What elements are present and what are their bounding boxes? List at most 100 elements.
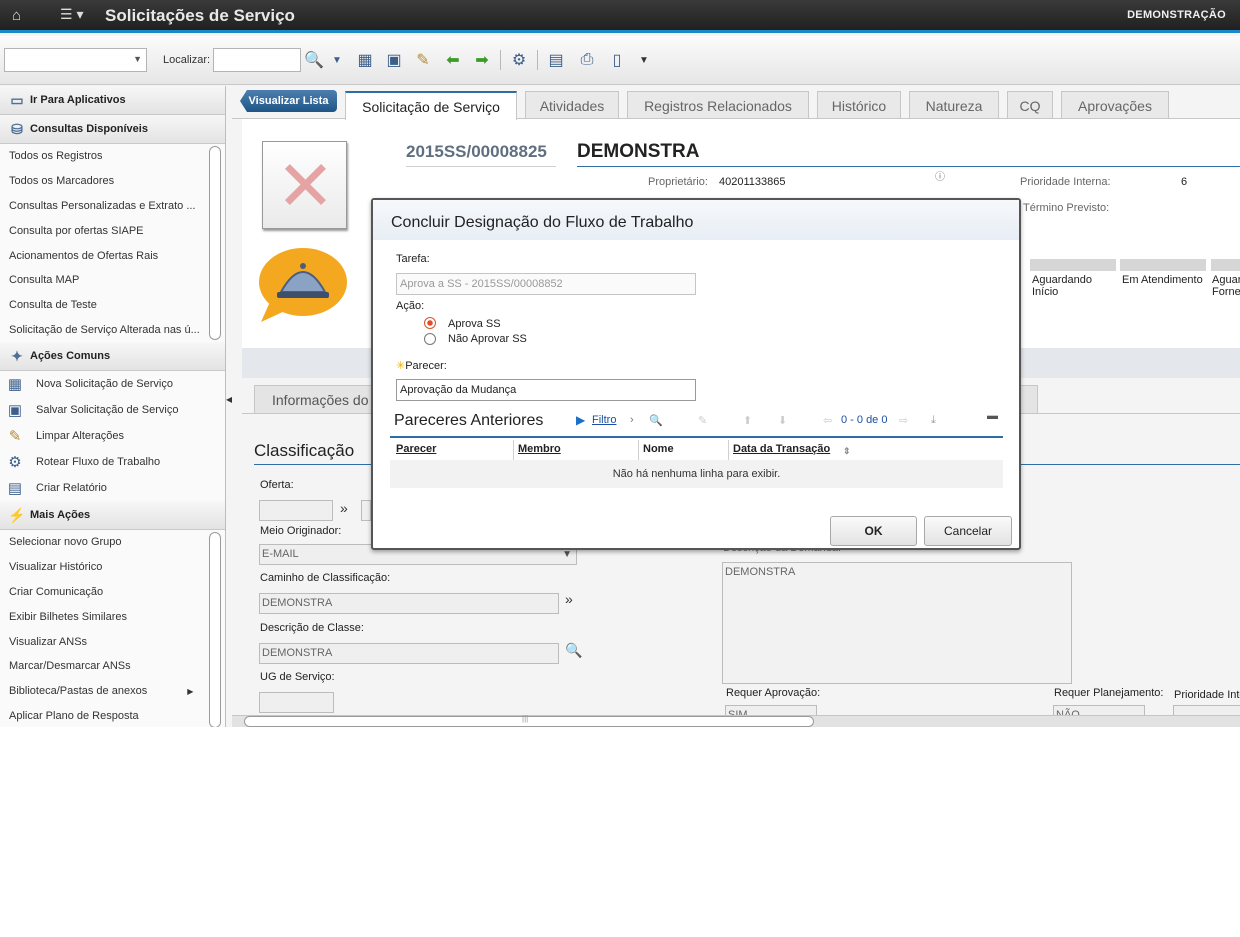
query-item[interactable]: Todos os Registros bbox=[0, 144, 225, 169]
offer-label: Oferta: bbox=[260, 479, 294, 491]
common-actions-header[interactable]: ✦ Ações Comuns bbox=[0, 342, 225, 371]
more-action-item[interactable]: Marcar/Desmarcar ANSs bbox=[0, 654, 225, 679]
more-actions-scrollbar[interactable] bbox=[209, 532, 221, 727]
query-item[interactable]: Consulta de Teste bbox=[0, 293, 225, 318]
home-icon[interactable]: ⌂ bbox=[12, 7, 21, 24]
search-icon[interactable]: 🔍 bbox=[649, 414, 663, 427]
path-input[interactable]: DEMONSTRA bbox=[259, 593, 559, 614]
tab-service-request[interactable]: Solicitação de Serviço bbox=[345, 91, 517, 120]
more-action-item[interactable]: Biblioteca/Pastas de anexos ▶ bbox=[0, 679, 225, 704]
tab-hidden[interactable] bbox=[1020, 385, 1038, 413]
sort-icon[interactable]: ⇕ bbox=[843, 446, 851, 457]
service-bell-icon bbox=[259, 248, 347, 322]
query-item[interactable]: Acionamentos de Ofertas Rais bbox=[0, 243, 225, 268]
class-description-input[interactable]: DEMONSTRA bbox=[259, 643, 559, 664]
search-icon[interactable]: 🔍 bbox=[565, 642, 582, 659]
double-chevron-icon[interactable]: » bbox=[565, 591, 573, 607]
tab-cq[interactable]: CQ bbox=[1007, 91, 1053, 119]
download-icon[interactable]: ⤓ bbox=[931, 414, 936, 427]
column-header[interactable]: Parecer bbox=[396, 443, 436, 455]
cancel-button[interactable]: Cancelar bbox=[924, 516, 1012, 546]
arrow-up-icon[interactable]: ⬆ bbox=[743, 414, 752, 427]
more-action-item[interactable]: Exibir Bilhetes Similares bbox=[0, 604, 225, 629]
search-options-icon[interactable]: ▼ bbox=[326, 48, 348, 72]
next-record-icon[interactable]: ➡ bbox=[471, 48, 493, 72]
tab-activities[interactable]: Atividades bbox=[525, 91, 619, 119]
query-item[interactable]: Solicitação de Serviço Alterada nas ú... bbox=[0, 318, 225, 343]
clear-changes-action[interactable]: ✎ Limpar Alterações bbox=[0, 423, 225, 449]
demand-textarea[interactable]: DEMONSTRA bbox=[722, 562, 1072, 684]
edit-icon[interactable]: ✎ bbox=[698, 414, 707, 427]
offer-input[interactable] bbox=[259, 500, 333, 521]
route-workflow-action[interactable]: ⚙ Rotear Fluxo de Trabalho bbox=[0, 449, 225, 475]
search-icon[interactable]: 🔍 bbox=[303, 48, 325, 72]
horizontal-scrollbar[interactable]: ||| bbox=[232, 714, 1240, 727]
column-header[interactable]: Membro bbox=[518, 443, 561, 455]
approve-radio[interactable] bbox=[424, 317, 436, 329]
opinion-label-text: Parecer: bbox=[405, 360, 447, 372]
find-label: Localizar: bbox=[163, 54, 211, 66]
reject-option-label: Não Aprovar SS bbox=[448, 333, 527, 345]
minimize-icon[interactable]: ▬ bbox=[987, 410, 998, 422]
info-icon[interactable]: ⓘ bbox=[935, 168, 945, 183]
go-to-apps-label: Ir Para Aplicativos bbox=[30, 94, 126, 106]
view-list-button[interactable]: Visualizar Lista bbox=[240, 90, 337, 112]
new-request-action[interactable]: ▦ Nova Solicitação de Serviço bbox=[0, 371, 225, 397]
query-item[interactable]: Consultas Personalizadas e Extrato ... bbox=[0, 194, 225, 219]
tab-history[interactable]: Histórico bbox=[817, 91, 901, 119]
column-header[interactable]: Data da Transação bbox=[733, 443, 830, 455]
chevron-down-icon: ▼ bbox=[133, 54, 142, 64]
query-item[interactable]: Todos os Marcadores bbox=[0, 169, 225, 194]
scrollbar-thumb[interactable] bbox=[244, 716, 814, 727]
previous-record-icon[interactable]: ⬅ bbox=[442, 48, 464, 72]
more-action-item[interactable]: Aplicar Plano de Resposta bbox=[0, 704, 225, 727]
print-icon[interactable]: ⎙ bbox=[576, 48, 598, 72]
approve-option-label: Aprova SS bbox=[448, 318, 501, 330]
action-label: Criar Relatório bbox=[36, 482, 107, 494]
queries-scrollbar[interactable] bbox=[209, 146, 221, 340]
new-record-icon[interactable]: ▦ bbox=[354, 48, 376, 72]
window-icon: ▭ bbox=[10, 91, 24, 108]
application-window: ⌂ ☰ ▾ Solicitações de Serviço DEMONSTRAÇ… bbox=[0, 0, 1240, 727]
document-icon[interactable]: ▯ bbox=[606, 48, 628, 72]
priority-value: 6 bbox=[1181, 176, 1188, 188]
column-header[interactable]: Nome bbox=[643, 443, 674, 455]
find-input[interactable] bbox=[213, 48, 301, 72]
previous-page-icon[interactable]: ⇦ bbox=[823, 414, 832, 427]
save-request-action[interactable]: ▣ Salvar Solicitação de Serviço bbox=[0, 397, 225, 423]
tab-nature[interactable]: Natureza bbox=[909, 91, 999, 119]
arrow-down-icon[interactable]: ⬇ bbox=[778, 414, 787, 427]
clear-changes-icon[interactable]: ✎ bbox=[412, 48, 434, 72]
more-options-icon[interactable]: ▼ bbox=[633, 48, 655, 72]
queries-header[interactable]: ⛁ Consultas Disponíveis bbox=[0, 115, 225, 144]
action-label: Salvar Solicitação de Serviço bbox=[36, 404, 179, 416]
create-report-action[interactable]: ▤ Criar Relatório bbox=[0, 475, 225, 501]
menu-icon[interactable]: ☰ ▾ bbox=[60, 6, 83, 23]
opinion-input[interactable]: Aprovação da Mudança bbox=[396, 379, 696, 401]
query-item[interactable]: Consulta por ofertas SIAPE bbox=[0, 218, 225, 243]
more-action-item[interactable]: Selecionar novo Grupo bbox=[0, 530, 225, 555]
next-page-icon[interactable]: ⇨ bbox=[899, 414, 908, 427]
query-item[interactable]: Consulta MAP bbox=[0, 268, 225, 293]
double-chevron-icon[interactable]: » bbox=[340, 500, 348, 516]
ok-button[interactable]: OK bbox=[830, 516, 917, 546]
more-action-item[interactable]: Visualizar ANSs bbox=[0, 629, 225, 654]
tab-related-records[interactable]: Registros Relacionados bbox=[627, 91, 809, 119]
query-select[interactable]: ▼ bbox=[4, 48, 147, 72]
workflow-icon[interactable]: ⚙ bbox=[508, 48, 530, 72]
more-action-item[interactable]: Visualizar Histórico bbox=[0, 555, 225, 580]
go-to-apps[interactable]: ▭ Ir Para Aplicativos bbox=[0, 86, 225, 115]
filter-icon[interactable]: ▶ bbox=[576, 413, 585, 427]
reject-radio[interactable] bbox=[424, 333, 436, 345]
report-icon[interactable]: ▤ bbox=[545, 48, 567, 72]
filter-link[interactable]: Filtro bbox=[592, 414, 616, 426]
service-ug-input[interactable] bbox=[259, 692, 334, 713]
more-action-item[interactable]: Criar Comunicação bbox=[0, 580, 225, 605]
previous-opinions-title: Pareceres Anteriores bbox=[394, 412, 544, 429]
tab-approvals[interactable]: Aprovações bbox=[1061, 91, 1169, 119]
dialog-header: Concluir Designação do Fluxo de Trabalho bbox=[373, 200, 1019, 240]
offer-desc-input[interactable] bbox=[361, 500, 371, 521]
chevron-right-icon[interactable]: › bbox=[630, 414, 634, 426]
more-actions-header[interactable]: ⚡ Mais Ações bbox=[0, 501, 225, 530]
save-icon[interactable]: ▣ bbox=[383, 48, 405, 72]
